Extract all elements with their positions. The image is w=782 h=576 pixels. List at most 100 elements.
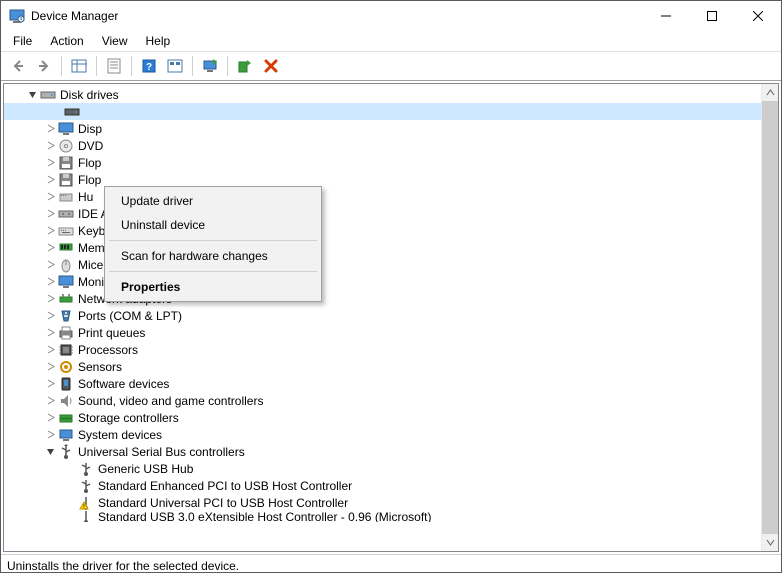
tree-item[interactable]: Sensors (4, 358, 761, 375)
chevron-right-icon[interactable] (44, 174, 56, 186)
menu-action[interactable]: Action (42, 32, 91, 50)
processor-icon (58, 342, 74, 358)
forward-button[interactable] (33, 55, 55, 77)
show-hide-tree-button[interactable] (68, 55, 90, 77)
chevron-right-icon[interactable] (44, 242, 56, 254)
chevron-right-icon[interactable] (44, 157, 56, 169)
add-hardware-button[interactable] (234, 55, 256, 77)
toolbar-separator (192, 56, 193, 76)
tree-item-disk-drives[interactable]: Disk drives (4, 86, 761, 103)
scroll-down-button[interactable] (762, 534, 778, 551)
tree-item[interactable]: Generic USB Hub (4, 460, 761, 477)
chevron-right-icon[interactable] (44, 378, 56, 390)
tree-item[interactable]: DVD (4, 137, 761, 154)
chevron-down-icon[interactable] (44, 446, 56, 458)
network-icon (58, 291, 74, 307)
chevron-right-icon[interactable] (44, 412, 56, 424)
scan-hardware-button[interactable] (199, 55, 221, 77)
chevron-right-icon[interactable] (44, 361, 56, 373)
action-button[interactable] (164, 55, 186, 77)
tree-label: Hu (78, 190, 93, 204)
tree-label: Software devices (78, 377, 169, 391)
close-button[interactable] (735, 1, 781, 31)
chevron-right-icon[interactable] (44, 225, 56, 237)
tree-item[interactable]: Software devices (4, 375, 761, 392)
ctx-properties[interactable]: Properties (107, 275, 319, 299)
mouse-icon (58, 257, 74, 273)
usb-icon (78, 461, 94, 477)
device-tree[interactable]: Disk drives Disp DVD Flop Flop (4, 84, 761, 551)
menu-help[interactable]: Help (138, 32, 179, 50)
monitor-icon (58, 274, 74, 290)
tree-label: Ports (COM & LPT) (78, 309, 182, 323)
usb-warning-icon: ! (78, 495, 94, 511)
tree-label: Generic USB Hub (98, 462, 193, 476)
tree-label: Standard Enhanced PCI to USB Host Contro… (98, 479, 352, 493)
chevron-right-icon[interactable] (44, 123, 56, 135)
properties-button[interactable] (103, 55, 125, 77)
tree-label: Disk drives (60, 88, 119, 102)
toolbar-separator (227, 56, 228, 76)
hid-icon (58, 189, 74, 205)
tree-item[interactable]: Ports (COM & LPT) (4, 307, 761, 324)
chevron-right-icon[interactable] (44, 259, 56, 271)
chevron-right-icon[interactable] (44, 429, 56, 441)
chevron-right-icon[interactable] (44, 395, 56, 407)
ctx-update-driver[interactable]: Update driver (107, 189, 319, 213)
ctx-scan-hardware[interactable]: Scan for hardware changes (107, 244, 319, 268)
maximize-button[interactable] (689, 1, 735, 31)
tree-item[interactable]: Standard Enhanced PCI to USB Host Contro… (4, 477, 761, 494)
tree-label: DVD (78, 139, 103, 153)
vertical-scrollbar[interactable] (761, 84, 778, 551)
chevron-right-icon[interactable] (44, 293, 56, 305)
tree-item[interactable]: Sound, video and game controllers (4, 392, 761, 409)
scroll-thumb[interactable] (762, 101, 778, 534)
chevron-right-icon[interactable] (44, 208, 56, 220)
printer-icon (58, 325, 74, 341)
chevron-right-icon[interactable] (44, 327, 56, 339)
tree-item[interactable]: ! Standard Universal PCI to USB Host Con… (4, 494, 761, 511)
tree-item[interactable]: Disp (4, 120, 761, 137)
tree-label: Flop (78, 173, 101, 187)
expander-empty (64, 497, 76, 509)
tree-item-usb[interactable]: Universal Serial Bus controllers (4, 443, 761, 460)
tree-item[interactable]: Processors (4, 341, 761, 358)
scroll-up-button[interactable] (762, 84, 778, 101)
tree-label: Flop (78, 156, 101, 170)
chevron-right-icon[interactable] (44, 344, 56, 356)
statusbar-text: Uninstalls the driver for the selected d… (7, 559, 239, 573)
tree-label: Storage controllers (78, 411, 179, 425)
svg-text:?: ? (146, 62, 152, 73)
tree-label: Sound, video and game controllers (78, 394, 263, 408)
tree-label: Standard Universal PCI to USB Host Contr… (98, 496, 348, 510)
toolbar-separator (61, 56, 62, 76)
chevron-right-icon[interactable] (44, 310, 56, 322)
window-title: Device Manager (31, 9, 118, 23)
floppy-icon (58, 172, 74, 188)
tree-item[interactable]: Flop (4, 154, 761, 171)
tree-item-disk-child[interactable] (4, 103, 761, 120)
chevron-down-icon[interactable] (26, 89, 38, 101)
uninstall-button[interactable] (260, 55, 282, 77)
help-button[interactable]: ? (138, 55, 160, 77)
tree-item[interactable]: System devices (4, 426, 761, 443)
menu-view[interactable]: View (94, 32, 136, 50)
menu-file[interactable]: File (5, 32, 40, 50)
toolbar-separator (131, 56, 132, 76)
display-icon (58, 121, 74, 137)
minimize-button[interactable] (643, 1, 689, 31)
chevron-right-icon[interactable] (44, 276, 56, 288)
sound-icon (58, 393, 74, 409)
keyboard-icon (58, 223, 74, 239)
chevron-right-icon[interactable] (44, 191, 56, 203)
disk-icon (64, 104, 80, 120)
context-menu: Update driver Uninstall device Scan for … (104, 186, 322, 302)
tree-item[interactable]: Storage controllers (4, 409, 761, 426)
back-button[interactable] (7, 55, 29, 77)
ctx-uninstall-device[interactable]: Uninstall device (107, 213, 319, 237)
tree-item[interactable]: Standard USB 3.0 eXtensible Host Control… (4, 511, 761, 522)
chevron-right-icon[interactable] (44, 140, 56, 152)
titlebar: Device Manager (1, 1, 781, 31)
tree-item[interactable]: Print queues (4, 324, 761, 341)
floppy-icon (58, 155, 74, 171)
